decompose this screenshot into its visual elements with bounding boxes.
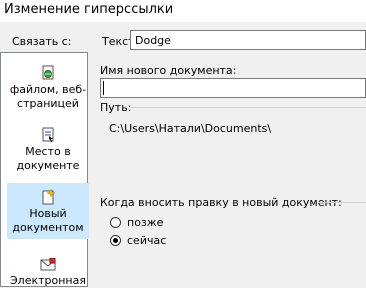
path-value: C:\Users\Натали\Documents\ [109, 122, 272, 135]
new-document-name-input[interactable] [100, 78, 366, 98]
new-document-icon [42, 189, 56, 205]
edit-when-label: Когда вносить правку в новый документ: [100, 196, 342, 209]
file-web-icon [42, 65, 54, 80]
window-title: Изменение гиперссылки [4, 2, 174, 17]
edit-divider [318, 202, 366, 203]
document-place-icon [42, 127, 54, 142]
sidebar-item-label: документе [16, 159, 80, 172]
edit-later-label[interactable]: позже [127, 216, 163, 229]
edit-now-radio[interactable] [110, 235, 121, 246]
sidebar-item-label: файлом, веб- [9, 83, 87, 96]
sidebar-item-label: Электронная [10, 274, 86, 287]
sidebar-item-label: Место в [25, 145, 71, 158]
email-icon [40, 258, 56, 271]
display-text-input[interactable] [130, 30, 366, 50]
sidebar-item-label: страницей [17, 97, 79, 110]
sidebar-item-label: документом [12, 221, 84, 234]
path-label: Путь: [100, 101, 132, 114]
sidebar-item-place-in-document[interactable]: Место в документе [7, 127, 89, 177]
sidebar-item-email[interactable]: Электронная [7, 258, 89, 288]
link-type-sidebar: файлом, веб- страницей Место в документе… [0, 52, 89, 288]
path-divider [130, 107, 366, 108]
sidebar-item-file-web[interactable]: файлом, веб- страницей [7, 65, 89, 115]
text-caret [103, 81, 104, 95]
edit-later-radio[interactable] [110, 217, 121, 228]
sidebar-item-new-document[interactable]: Новый документом [7, 183, 89, 239]
edit-now-label[interactable]: сейчас [127, 234, 166, 247]
link-with-label: Связать с: [12, 35, 72, 48]
sidebar-item-label: Новый [29, 207, 67, 220]
title-bar: Изменение гиперссылки [0, 0, 366, 22]
new-document-name-label: Имя нового документа: [100, 64, 237, 77]
